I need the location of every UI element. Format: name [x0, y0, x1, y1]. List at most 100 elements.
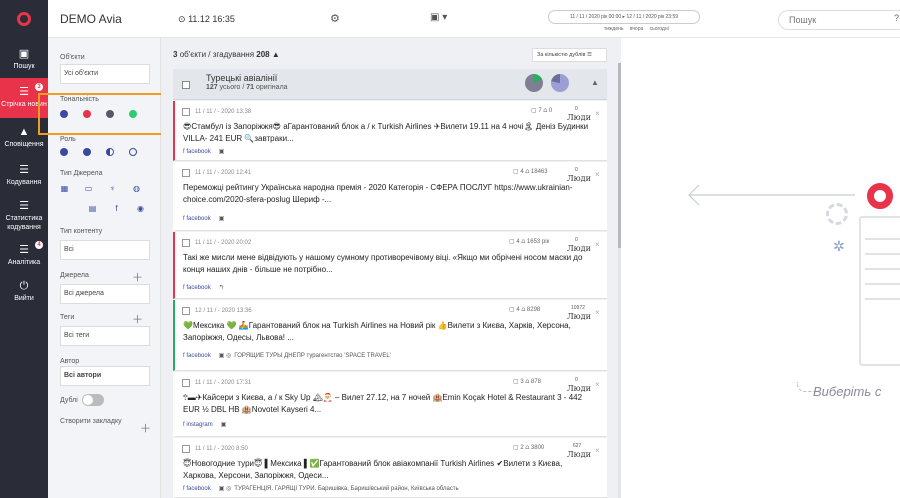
group-checkbox[interactable] — [182, 81, 190, 89]
datetime-text: 11.12 16:35 — [188, 14, 235, 24]
feed-card[interactable]: 11 / 11 / - 2020 8:50 ▢ 2 ⩍ 3800 627 Люд… — [173, 438, 607, 498]
card-source-name: facebook — [186, 353, 211, 359]
role-pie-icon — [551, 74, 569, 92]
object-group-header[interactable]: Турецькі авіалінії 127 усього / 71 оригі… — [173, 69, 607, 100]
role-option[interactable] — [60, 148, 68, 156]
save-dropdown-icon[interactable]: ▣ ▾ — [430, 12, 447, 23]
nav-item-analytics[interactable]: 4 ☰ Аналітика — [0, 236, 48, 276]
objects-count: 3 — [173, 50, 178, 59]
card-source[interactable]: f facebook ▣ — [183, 148, 224, 155]
card-text[interactable]: 😎Стамбул із Запоріжжя😎 аГарантований бло… — [183, 121, 595, 145]
card-checkbox[interactable] — [182, 169, 190, 177]
feed-card[interactable]: 12 / 11 / - 2020 13:36 ▢ 4 ⩍ 8298 10972 … — [173, 300, 607, 371]
source-type-row-2: ▤ f ◉ — [88, 204, 145, 213]
card-source[interactable]: f facebook ↰ — [183, 284, 224, 291]
card-checkbox[interactable] — [182, 445, 190, 453]
role-option[interactable] — [83, 148, 91, 156]
feed-card[interactable]: 11 / 11 / - 2020 20:02 ▢ 4 ⩍ 1653 рік 0 … — [173, 232, 607, 299]
current-datetime: ⊙ 11.12 16:35 — [178, 14, 235, 25]
red-gear-icon — [867, 183, 893, 209]
news-icon[interactable]: ▦ — [60, 184, 69, 193]
group-total-label: усього / — [219, 84, 245, 91]
globe-icon[interactable]: ◍ — [132, 184, 141, 193]
card-checkbox[interactable] — [182, 307, 190, 315]
card-text[interactable]: Такі же мисли мене відвідують у нашому с… — [183, 252, 595, 276]
feed-card[interactable]: 11 / 11 / - 2020 17:31 ▢ 3 ⩍ 878 0 Люди … — [173, 372, 607, 437]
author-label: Автор — [60, 358, 80, 365]
role-option[interactable] — [106, 148, 114, 156]
nav-item-search[interactable]: ▣ Пошук — [0, 40, 48, 80]
create-bookmark-label[interactable]: Створити закладку — [60, 418, 122, 425]
objects-select[interactable]: Усі об'єкти — [60, 64, 150, 84]
card-source[interactable]: f facebook ▣ ◎ ТУРАГЕНЦІЯ. ГАРЯЩІ ТУРИ. Ба… — [183, 485, 459, 492]
objects-label: Об'єкти — [60, 54, 85, 61]
help-icon[interactable]: ? — [894, 13, 899, 23]
facebook-icon[interactable]: f — [112, 204, 121, 213]
sources-select[interactable]: Всі джерела — [60, 284, 150, 304]
sort-label: За кількістю дублів — [537, 52, 586, 58]
logout-icon: ⏻ — [19, 280, 29, 292]
card-people-count: 10972 — [571, 305, 585, 311]
microphone-icon[interactable]: ♆ — [108, 184, 117, 193]
chevron-up-icon[interactable]: ▲ — [591, 78, 599, 87]
card-text[interactable]: Переможці рейтингу Українська народна пр… — [183, 182, 595, 206]
instagram-icon[interactable]: ◉ — [136, 204, 145, 213]
card-source-name: instagram — [186, 422, 213, 428]
project-title[interactable]: DEMO Avia — [60, 12, 122, 26]
app-logo[interactable] — [0, 0, 48, 38]
card-image-icon: ▣ ◎ — [218, 486, 232, 492]
date-range-shortcuts[interactable]: тиждень вчора сьогодні — [604, 26, 669, 32]
source-type-row-1: ▦ ▭ ♆ ◍ — [60, 184, 141, 193]
card-text[interactable]: 😇Новогодние тури😇 ▌Мексика ▌✅Гарантовани… — [183, 458, 595, 482]
card-source-name: facebook — [186, 216, 211, 222]
top-bar: DEMO Avia ⊙ 11.12 16:35 ⚙ ▣ ▾ 11 / 11 / … — [48, 0, 900, 38]
create-bookmark-add-icon[interactable]: ＋ — [140, 420, 151, 436]
card-people-count: 0 — [575, 106, 578, 112]
card-date: 11 / 11 / - 2020 20:02 — [195, 240, 252, 246]
close-icon[interactable]: × — [595, 308, 600, 317]
feed-card[interactable]: 11 / 11 / - 2020 12:41 ▢ 4 ⩍ 18463 0 Люд… — [173, 162, 607, 231]
close-icon[interactable]: × — [595, 380, 600, 389]
content-type-select[interactable]: Всі — [60, 240, 150, 260]
document-line — [865, 238, 900, 240]
card-text[interactable]: 💚Мексика 💚 🚣Гарантований блок на Turkish… — [183, 320, 595, 344]
date-range-picker[interactable]: 11 / 11 / 2020 рік 00:00 ▸ 12 / 11 / 202… — [548, 10, 700, 24]
card-image-icon: ▣ — [220, 422, 227, 428]
duplicates-toggle[interactable] — [82, 394, 104, 406]
card-text[interactable]: 🕆▬✈Кайсери з Києва, а / к Sky Up 🏔🎅 – Ви… — [183, 392, 595, 416]
settings-gear-icon[interactable]: ⚙ — [330, 12, 340, 25]
close-icon[interactable]: × — [595, 240, 600, 249]
tags-add-icon[interactable]: ＋ — [132, 311, 143, 327]
group-total: 127 — [206, 84, 218, 91]
sort-dropdown[interactable]: За кількістю дублів ☰ — [532, 48, 607, 62]
main-nav: ▣ Пошук 3 ☰ Стрічка новин ▲ Сповіщення ☰… — [0, 0, 48, 498]
objects-count-label: об'єкти / згадування — [179, 50, 255, 59]
author-select[interactable]: Всі автори — [60, 366, 150, 386]
collapse-icon[interactable]: ▲ — [272, 50, 280, 59]
nav-item-label: Вийти — [14, 295, 34, 302]
close-icon[interactable]: × — [595, 446, 600, 455]
card-source-page: ГОРЯЩИЕ ТУРЫ ДНЕПР турагентство 'SPACE T… — [234, 353, 391, 359]
nav-item-coding[interactable]: ☰ Кодування — [0, 156, 48, 196]
card-source[interactable]: f instagram ▣ — [183, 421, 226, 428]
card-people-count: 0 — [575, 167, 578, 173]
card-source[interactable]: f facebook ▣ — [183, 215, 224, 222]
close-icon[interactable]: × — [595, 170, 600, 179]
card-people-count: 0 — [575, 237, 578, 243]
feed-card[interactable]: 11 / 11 / - 2020 13:38 ▢ 7 ⩍ 0 0 Люди × … — [173, 101, 607, 161]
card-checkbox[interactable] — [182, 239, 190, 247]
role-options — [60, 148, 137, 156]
tags-select[interactable]: Всі теги — [60, 326, 150, 346]
card-source[interactable]: f facebook ▣ ◎ ГОРЯЩИЕ ТУРЫ ДНЕПР турагент… — [183, 352, 391, 359]
search-input[interactable] — [778, 10, 900, 30]
group-originals-label: оригінала — [256, 84, 288, 91]
nav-item-coding-stats[interactable]: ☰ Статистика кодування — [0, 196, 48, 236]
nav-item-logout[interactable]: ⏻ Вийти — [0, 272, 48, 312]
monitor-icon[interactable]: ▭ — [84, 184, 93, 193]
card-checkbox[interactable] — [182, 108, 190, 116]
sources-add-icon[interactable]: ＋ — [132, 269, 143, 285]
gallery-icon[interactable]: ▤ — [88, 204, 97, 213]
role-option[interactable] — [129, 148, 137, 156]
card-checkbox[interactable] — [182, 379, 190, 387]
close-icon[interactable]: × — [595, 109, 600, 118]
